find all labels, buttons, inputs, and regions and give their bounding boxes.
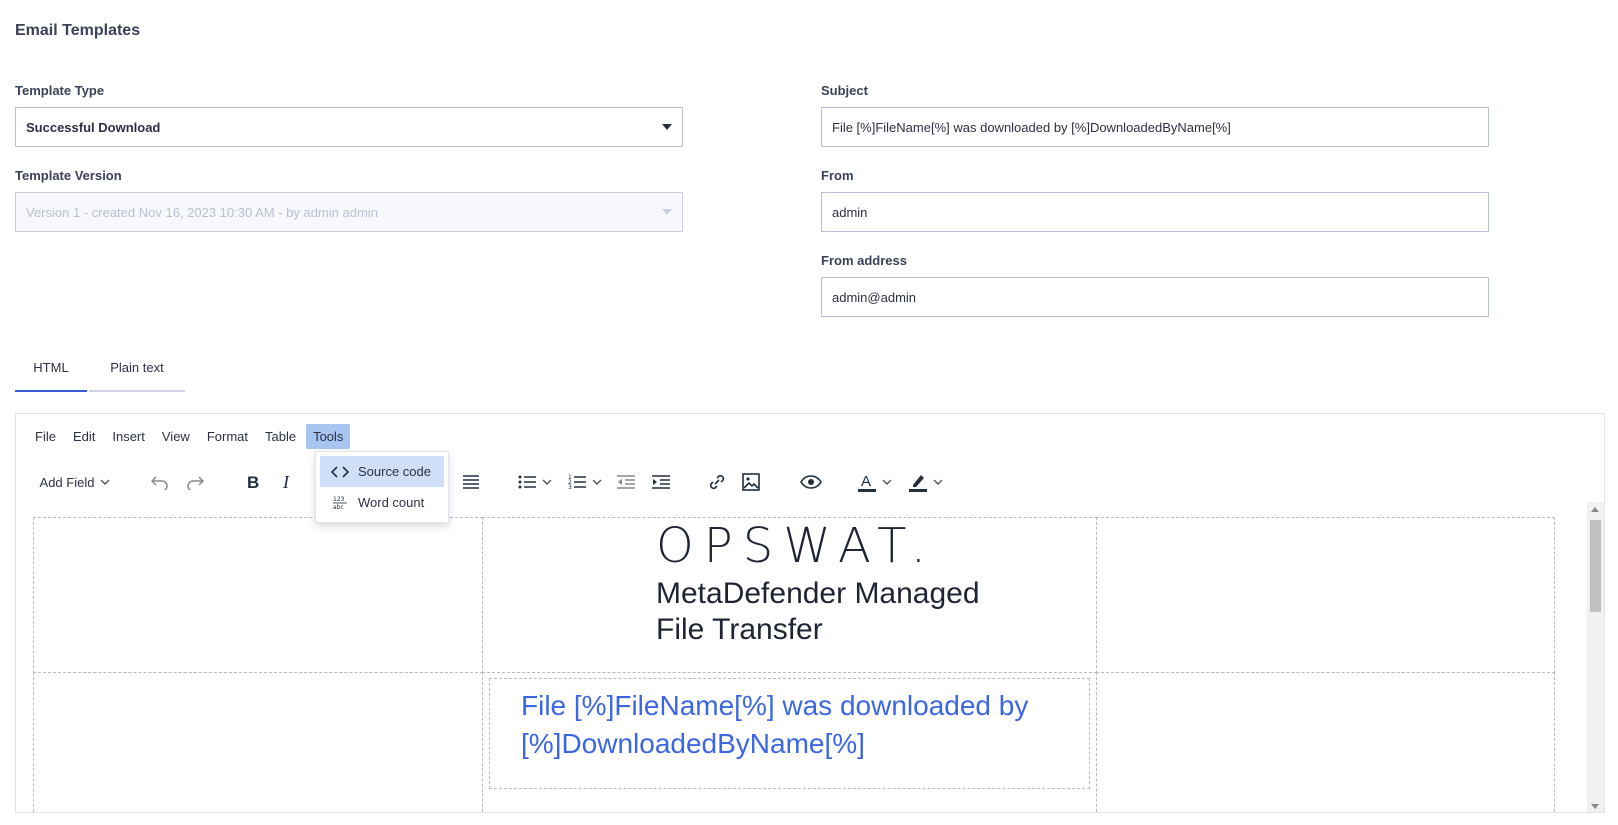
link-icon (709, 474, 725, 490)
page-title: Email Templates (15, 22, 141, 39)
align-justify-icon (463, 475, 479, 489)
image-button[interactable] (738, 468, 764, 496)
menu-tools[interactable]: Tools (306, 424, 351, 449)
chevron-down-icon (662, 209, 672, 215)
subject-heading-line1: File [%]FileName[%] was downloaded by (521, 690, 1029, 721)
menu-format[interactable]: Format (200, 424, 255, 449)
text-color-button[interactable]: A (853, 468, 897, 496)
word-count-label: Word count (358, 495, 425, 510)
word-count-icon: 123 abc (330, 495, 350, 511)
svg-text:3: 3 (568, 484, 572, 490)
template-version-select: Version 1 - created Nov 16, 2023 10:30 A… (15, 192, 683, 232)
menu-insert[interactable]: Insert (105, 424, 152, 449)
product-name-line2: File Transfer (656, 613, 823, 646)
table-cell[interactable] (33, 672, 483, 812)
menu-item-word-count[interactable]: 123 abc Word count (320, 487, 444, 518)
table-cell[interactable] (33, 517, 483, 673)
svg-text:123: 123 (333, 496, 345, 503)
indent-icon (652, 475, 670, 489)
highlight-icon (909, 475, 927, 492)
editor-content-area[interactable]: OPSWAT. MetaDefender Managed File Transf… (16, 502, 1589, 812)
email-subject-heading: File [%]FileName[%] was downloaded by [%… (521, 687, 1028, 763)
table-cell[interactable] (1096, 517, 1555, 673)
bold-icon: B (247, 474, 259, 490)
chevron-down-icon (542, 479, 552, 485)
from-input[interactable]: admin (821, 192, 1489, 232)
outdent-button[interactable] (613, 468, 639, 496)
tools-menu-dropdown: Source code 123 abc Word count (315, 451, 449, 523)
highlight-button[interactable] (904, 468, 948, 496)
scroll-up-icon[interactable] (1591, 507, 1599, 512)
template-version-label: Template Version (15, 168, 122, 183)
editor-scrollbar[interactable] (1587, 502, 1604, 812)
svg-text:abc: abc (333, 504, 344, 511)
menu-view[interactable]: View (155, 424, 197, 449)
product-name-line1: MetaDefender Managed (656, 577, 980, 610)
source-code-label: Source code (358, 464, 431, 479)
add-field-label: Add Field (39, 474, 95, 490)
template-type-value: Successful Download (26, 119, 161, 135)
scroll-down-icon[interactable] (1591, 804, 1599, 809)
menu-edit[interactable]: Edit (66, 424, 102, 449)
redo-icon (187, 476, 204, 490)
text-color-icon: A (858, 473, 876, 492)
svg-text:B: B (247, 474, 259, 490)
numbered-list-button[interactable]: 123 (564, 468, 606, 496)
indent-button[interactable] (648, 468, 674, 496)
bold-button[interactable]: B (240, 468, 266, 496)
bullet-list-button[interactable] (514, 468, 556, 496)
menu-file[interactable]: File (28, 424, 63, 449)
numbered-list-icon: 123 (568, 474, 586, 490)
template-type-label: Template Type (15, 83, 105, 98)
svg-text:A: A (861, 473, 871, 490)
preview-icon (800, 475, 822, 489)
from-address-label: From address (821, 253, 907, 268)
align-justify-button[interactable] (458, 468, 484, 496)
subject-input[interactable]: File [%]FileName[%] was downloaded by [%… (821, 107, 1489, 147)
tab-html[interactable]: HTML (15, 344, 87, 392)
table-cell[interactable] (1096, 672, 1555, 812)
source-code-icon (330, 465, 350, 478)
undo-icon (151, 476, 168, 490)
template-version-value: Version 1 - created Nov 16, 2023 10:30 A… (26, 204, 378, 220)
from-address-input[interactable]: admin@admin (821, 277, 1489, 317)
italic-icon: I (282, 474, 290, 490)
opswat-logo: OPSWAT. MetaDefender Managed File Transf… (656, 520, 980, 648)
menu-table[interactable]: Table (258, 424, 303, 449)
add-field-button[interactable]: Add Field (34, 468, 116, 496)
tab-plain-text[interactable]: Plain text (89, 344, 185, 392)
undo-button[interactable] (147, 468, 173, 496)
editor-menubar: File Edit Insert View Format Table Tools (28, 424, 353, 449)
logo-text: OPSWAT. (656, 518, 937, 574)
rich-text-editor: File Edit Insert View Format Table Tools… (15, 413, 1605, 813)
chevron-down-icon (933, 479, 943, 485)
chevron-down-icon (100, 479, 110, 485)
menu-item-source-code[interactable]: Source code (320, 456, 444, 487)
template-type-select[interactable]: Successful Download (15, 107, 683, 147)
italic-button[interactable]: I (274, 468, 300, 496)
link-button[interactable] (704, 468, 730, 496)
bullet-list-icon (518, 475, 536, 489)
chevron-down-icon (882, 479, 892, 485)
subject-label: Subject (821, 83, 868, 98)
from-label: From (821, 168, 854, 183)
editor-tabs: HTML Plain text (15, 344, 185, 392)
svg-text:I: I (282, 474, 290, 490)
redo-button[interactable] (182, 468, 208, 496)
image-icon (742, 473, 760, 491)
editor-toolbar: Add Field B I 123 A (16, 462, 1604, 502)
subject-heading-line2: [%]DownloadedByName[%] (521, 728, 865, 759)
outdent-icon (617, 475, 635, 489)
chevron-down-icon (662, 124, 672, 130)
preview-button[interactable] (796, 468, 826, 496)
chevron-down-icon (592, 479, 602, 485)
scroll-thumb[interactable] (1590, 520, 1601, 612)
